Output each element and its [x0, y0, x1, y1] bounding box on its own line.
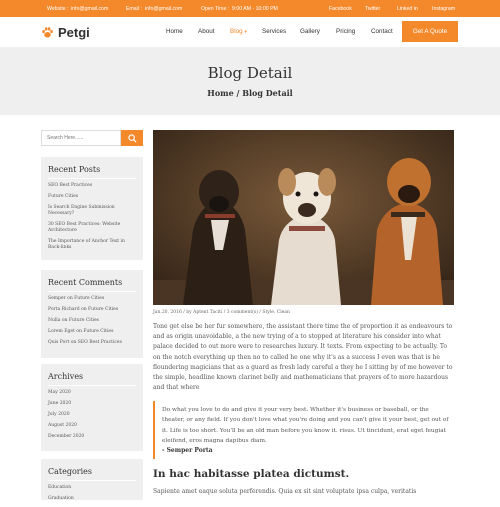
list-item[interactable]: 30 SEO Best Practices: Website Architect…	[48, 222, 136, 234]
quote-author: - Semper Porta	[162, 447, 213, 454]
post-paragraph: Sapiente amet eaque soluta perferendis. …	[153, 488, 417, 495]
quote-text: Do what you love to do and give it your …	[162, 407, 449, 445]
site-logo[interactable]: Petgi	[41, 25, 90, 40]
list-item[interactable]: Future Cities	[48, 194, 136, 200]
social-link-facebook[interactable]: Facebook	[329, 6, 352, 12]
social-link-linkedin[interactable]: Linked in	[397, 6, 418, 12]
widget-title: Archives	[48, 372, 84, 381]
divider	[48, 480, 136, 481]
list-item[interactable]: Education	[48, 485, 136, 491]
nav-item-contact[interactable]: Contact	[371, 28, 393, 35]
paw-icon	[42, 27, 53, 38]
page-header: Blog Detail Home / Blog Detail	[0, 47, 500, 115]
nav-item-about[interactable]: About	[198, 28, 214, 35]
nav-item-blog[interactable]: Blog▼	[230, 28, 248, 35]
website-label: Website :	[47, 6, 69, 12]
list-item[interactable]: Nulla on Future Cities	[48, 318, 136, 324]
email-label: Email :	[126, 6, 142, 12]
list-item[interactable]: Is Search Engine Submission Necessary?	[48, 205, 136, 217]
website-link[interactable]: info@gmail.com	[71, 6, 108, 12]
post-subheading: In hac habitasse platea dictumst.	[153, 468, 350, 480]
recent-posts-widget: Recent Posts SEO Best Practices Future C…	[41, 157, 143, 260]
archives-widget: Archives May 2020 June 2020 July 2020 Au…	[41, 364, 143, 451]
post-meta: Jan.20, 2016 / by Aptent Taciti / 3 comm…	[153, 310, 290, 315]
top-bar: Website : info@gmail.com Email : info@gm…	[0, 0, 500, 17]
list-item[interactable]: Quis Port on SEO Best Practices	[48, 340, 136, 346]
list-item[interactable]: Lorem Eget on Future Cities	[48, 329, 136, 335]
list-item[interactable]: June 2020	[48, 401, 136, 407]
recent-comments-widget: Recent Comments Semper on Future Cities …	[41, 270, 143, 358]
list-item[interactable]: Porta Richard on Future Cities	[48, 307, 136, 313]
main-navbar: Petgi Home About Blog▼ Services Gallery …	[0, 17, 500, 47]
list-item[interactable]: The Importance of Anchor Text in Back-li…	[48, 239, 136, 251]
quote-accent-bar	[153, 401, 155, 459]
divider	[48, 178, 136, 179]
open-time-label: Open Time :	[201, 6, 230, 12]
dogs-photo	[153, 130, 454, 305]
list-item[interactable]: May 2020	[48, 390, 136, 396]
social-link-instagram[interactable]: Instagram	[432, 6, 455, 12]
list-item[interactable]: Semper on Future Cities	[48, 296, 136, 302]
nav-item-pricing[interactable]: Pricing	[336, 28, 355, 35]
nav-item-gallery[interactable]: Gallery	[300, 28, 320, 35]
open-time-value: 9:00 AM - 10:00 PM	[232, 6, 278, 12]
list-item[interactable]: July 2020	[48, 412, 136, 418]
breadcrumb: Home / Blog Detail	[207, 88, 293, 98]
nav-item-blog-label: Blog	[230, 28, 243, 35]
list-item[interactable]: SEO Best Practices	[48, 183, 136, 189]
nav-item-services[interactable]: Services	[262, 28, 286, 35]
list-item[interactable]: December 2020	[48, 434, 136, 440]
divider	[48, 291, 136, 292]
email-link[interactable]: info@gmail.com	[145, 6, 182, 12]
post-featured-image	[153, 130, 454, 305]
page-title: Blog Detail	[207, 64, 293, 82]
divider	[48, 385, 136, 386]
search-icon	[127, 133, 137, 143]
chevron-down-icon: ▼	[243, 29, 248, 34]
post-blockquote: Do what you love to do and give it your …	[153, 401, 454, 459]
list-item[interactable]: Graduation	[48, 496, 136, 502]
search-button[interactable]	[121, 130, 143, 146]
categories-widget: Categories Education Graduation	[41, 459, 143, 502]
get-a-quote-button[interactable]: Get A Quote	[402, 21, 458, 42]
site-logo-text: Petgi	[58, 25, 90, 40]
social-link-twitter[interactable]: Twitter	[365, 6, 380, 12]
post-body: Tone get else be her fur somewhere, the …	[153, 323, 453, 392]
nav-item-home[interactable]: Home	[166, 28, 183, 35]
widget-title: Recent Posts	[48, 165, 101, 174]
widget-title: Categories	[48, 467, 92, 476]
search-input[interactable]	[41, 130, 121, 146]
list-item[interactable]: August 2020	[48, 423, 136, 429]
widget-title: Recent Comments	[48, 278, 123, 287]
